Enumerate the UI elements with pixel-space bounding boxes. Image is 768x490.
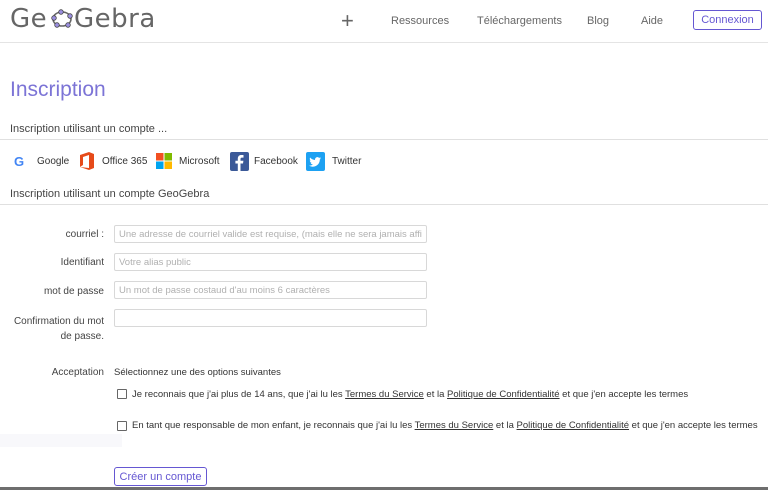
accept-guardian-text-pre: En tant que responsable de mon enfant, j… [132, 420, 415, 431]
facebook-icon [230, 151, 249, 171]
confirm-password-label: Confirmation du mot de passe. [6, 314, 104, 344]
svg-text:Gebra: Gebra [74, 4, 156, 33]
username-field[interactable] [114, 253, 427, 271]
microsoft-icon [156, 153, 172, 169]
signup-microsoft-label: Microsoft [179, 155, 220, 167]
nav-ressources[interactable]: Ressources [391, 15, 449, 27]
account-signup-heading: Inscription utilisant un compte GeoGebra [10, 188, 210, 200]
signup-facebook[interactable]: Facebook [230, 151, 298, 171]
signup-twitter[interactable]: Twitter [306, 151, 361, 171]
username-label: Identifiant [60, 257, 104, 268]
signup-google-label: Google [37, 155, 70, 167]
create-account-button[interactable]: Créer un compte [114, 467, 207, 486]
top-navigation-bar: Ge Gebra + Ressources Téléchargements Bl… [0, 0, 768, 43]
terms-of-service-link[interactable]: Termes du Service [345, 389, 424, 400]
page-title: Inscription [10, 78, 106, 101]
geogebra-logo-icon: Ge Gebra [10, 4, 156, 34]
signup-google[interactable]: G Google [13, 151, 69, 171]
divider [0, 204, 768, 205]
email-label: courriel : [65, 229, 104, 240]
svg-text:Ge: Ge [10, 4, 47, 33]
office365-icon [79, 152, 95, 170]
nav-blog[interactable]: Blog [587, 15, 609, 27]
accept-adult-text-post: et que j'en accepte les termes [559, 389, 689, 400]
signup-microsoft[interactable]: Microsoft [156, 151, 220, 171]
accept-adult-text-mid: et la [423, 389, 448, 400]
accept-adult-checkbox[interactable] [117, 389, 127, 399]
signup-office365-label: Office 365 [102, 155, 148, 167]
accept-guardian-text-mid: et la [493, 420, 517, 431]
privacy-policy-link[interactable]: Politique de Confidentialité [447, 389, 560, 400]
divider [0, 139, 768, 140]
create-plus-icon[interactable]: + [341, 8, 354, 34]
confirm-password-label-line1: Confirmation du mot [13, 316, 104, 327]
accept-adult-text: Je reconnais que j'ai plus de 14 ans, qu… [132, 389, 688, 400]
email-field[interactable] [114, 225, 427, 243]
signup-facebook-label: Facebook [254, 155, 298, 167]
password-field[interactable] [114, 281, 427, 299]
geogebra-logo[interactable]: Ge Gebra [10, 3, 168, 40]
confirm-password-label-line2: de passe. [60, 331, 104, 342]
signup-twitter-label: Twitter [332, 155, 362, 167]
acceptance-label: Acceptation [51, 367, 104, 378]
terms-of-service-link[interactable]: Termes du Service [415, 420, 494, 431]
accept-guardian-checkbox[interactable] [117, 421, 127, 431]
social-signup-heading: Inscription utilisant un compte ... [10, 123, 168, 135]
acceptance-intro: Sélectionnez une des options suivantes [114, 367, 281, 378]
login-button[interactable]: Connexion [693, 10, 762, 30]
google-icon: G [13, 154, 27, 168]
twitter-icon [306, 151, 325, 171]
accept-guardian-text: En tant que responsable de mon enfant, j… [132, 420, 758, 431]
nav-telechargements[interactable]: Téléchargements [477, 15, 562, 27]
confirm-password-field[interactable] [114, 309, 427, 327]
privacy-policy-link[interactable]: Politique de Confidentialité [517, 420, 630, 431]
password-label: mot de passe [43, 286, 104, 297]
svg-text:G: G [14, 154, 24, 168]
nav-aide[interactable]: Aide [641, 15, 663, 27]
signup-office365[interactable]: Office 365 [79, 151, 147, 171]
accept-guardian-text-post: et que j'en accepte les termes [629, 420, 758, 431]
faded-overlay [0, 434, 122, 447]
accept-adult-text-pre: Je reconnais que j'ai plus de 14 ans, qu… [132, 389, 346, 400]
